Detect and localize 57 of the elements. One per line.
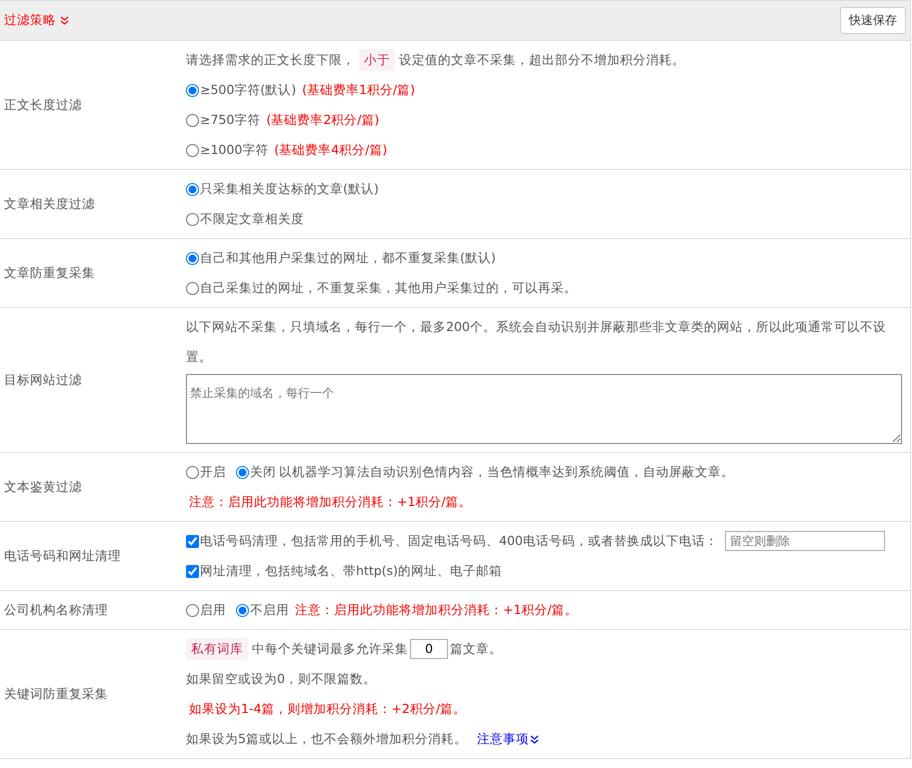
quick-save-button[interactable]: 快速保存 (840, 7, 906, 34)
radio-button[interactable] (186, 212, 199, 226)
radio-button[interactable] (186, 114, 199, 126)
option-label[interactable]: 电话号码清理，包括常用的手机号、固定电话号码、400电话号码，或者替换成以下电话： (200, 526, 718, 556)
notes-link[interactable]: 注意事项 (476, 724, 539, 754)
radio-button[interactable] (236, 466, 249, 478)
radio-button[interactable] (186, 144, 199, 156)
cost-note: (基础费率2积分/篇) (266, 111, 380, 129)
row-label: 公司机构名称清理 (4, 602, 108, 618)
option-label[interactable]: ≥1000字符 (200, 135, 268, 165)
cost-note: (基础费率1积分/篇) (302, 81, 416, 99)
cost-note: (基础费率4积分/篇) (274, 141, 388, 159)
description-text: 设定值的文章不采集，超出部分不增加积分消耗。 (399, 51, 685, 69)
double-chevron-icon[interactable] (60, 16, 69, 25)
checkbox[interactable] (186, 564, 199, 578)
domain-textarea[interactable]: 禁止采集的域名，每行一个 (186, 374, 902, 444)
radio-button[interactable] (236, 604, 249, 616)
option-label[interactable]: 不限定文章相关度 (200, 204, 304, 234)
option-label[interactable]: 自己采集过的网址，不重复采集，其他用户采集过的，可以再采。 (200, 273, 577, 303)
count-input-field[interactable]: 0 (410, 639, 448, 659)
description-text: 中每个关键词最多允许采集 (252, 640, 408, 658)
row-label: 正文长度过滤 (4, 96, 82, 114)
cost-note: 如果设为1-4篇，则增加积分消耗：+2积分/篇。 (189, 700, 466, 718)
cost-note: 注意：启用此功能将增加积分消耗：+1积分/篇。 (189, 493, 472, 511)
row-label: 电话号码和网址清理 (4, 548, 121, 564)
highlight-tag: 小于 (359, 49, 395, 71)
cost-note: 注意：启用此功能将增加积分消耗：+1积分/篇。 (295, 601, 578, 619)
row-label: 文本鉴黄过滤 (4, 478, 82, 496)
radio-button[interactable] (186, 466, 199, 478)
option-label[interactable]: 开启 (200, 457, 226, 487)
phone-input-field[interactable]: 留空则删除 (724, 531, 885, 551)
row-label: 关键词防重复采集 (4, 686, 108, 702)
option-label[interactable]: 只采集相关度达标的文章(默认) (200, 174, 379, 204)
description-text: 请选择需求的正文长度下限， (186, 51, 355, 69)
option-label[interactable]: ≥750字符 (200, 105, 260, 135)
option-label[interactable]: 不启用 (250, 595, 289, 625)
radio-button[interactable] (186, 84, 199, 96)
checkbox[interactable] (186, 534, 199, 548)
highlight-tag: 私有词库 (186, 638, 248, 660)
description-text: 如果设为5篇或以上，也不会额外增加积分消耗。 (186, 730, 467, 748)
radio-button[interactable] (186, 252, 199, 264)
option-label[interactable]: ≥500字符(默认) (200, 75, 296, 105)
row-label: 文章相关度过滤 (4, 196, 95, 212)
option-label[interactable]: 启用 (200, 595, 226, 625)
double-chevron-icon[interactable] (530, 734, 539, 744)
description-text: 篇文章。 (450, 640, 502, 658)
description-text: 如果留空或设为0，则不限篇数。 (186, 671, 376, 686)
row-label: 文章防重复采集 (4, 264, 95, 282)
option-label[interactable]: 自己和其他用户采集过的网址，都不重复采集(默认) (200, 243, 496, 273)
description-text: 以下网站不采集，只填域名，每行一个，最多200个。系统会自动识别并屏蔽那些非文章类的网站，所以此项通常可以不设置。 (186, 319, 886, 364)
description-text: 以机器学习算法自动识别色情内容，当色情概率达到系统阈值，自动屏蔽文章。 (279, 463, 734, 481)
option-label[interactable]: 网址清理，包括纯域名、带http(s)的网址、电子邮箱 (200, 556, 502, 586)
radio-button[interactable] (186, 182, 199, 196)
radio-button[interactable] (186, 282, 199, 294)
radio-button[interactable] (186, 604, 199, 616)
row-label: 目标网站过滤 (4, 372, 82, 388)
option-label[interactable]: 关闭 (250, 457, 276, 487)
